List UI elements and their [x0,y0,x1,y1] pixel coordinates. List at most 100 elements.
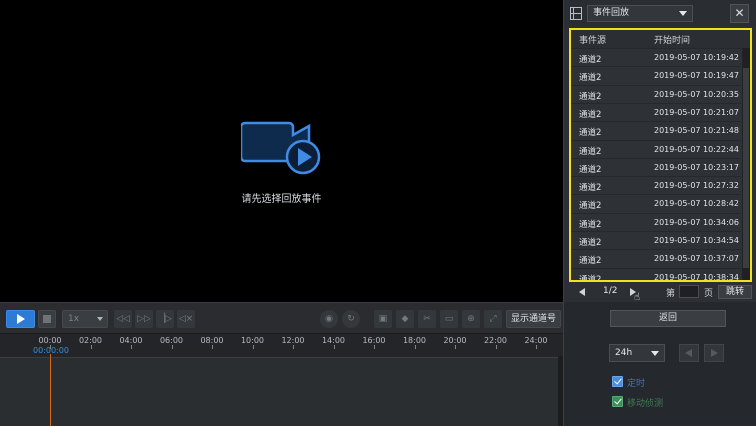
tick-label: 22:00 [483,336,508,345]
event-list-header: 事件源 开始时间 [571,30,750,48]
tag-icon[interactable]: ◆ [396,310,414,328]
jump-button[interactable]: 跳转 [718,285,752,299]
fullscreen-icon[interactable]: ⤢ [484,310,502,328]
step-frame-icon[interactable]: ▕▷ [156,310,174,328]
event-start-time: 2019-05-07 10:27:32 [654,181,739,191]
event-playback-panel: 事件回放 ✕ 事件源 开始时间 通道2 2019-05-07 10:19:42 通道… [563,0,756,426]
stop-button[interactable] [38,310,56,328]
speed-select[interactable]: 1x [62,310,108,328]
scissors-icon[interactable]: ✂ [418,310,436,328]
video-viewport[interactable]: 请先选择回放事件 [0,0,563,302]
event-source: 通道2 [579,256,602,267]
column-header-start-time[interactable]: 开始时间 [654,33,690,46]
panel-header: 事件回放 ✕ [564,0,756,27]
tick-label: 00:00 [38,336,62,345]
event-row[interactable]: 通道2 2019-05-07 10:19:47 [571,66,741,84]
previous-page-icon[interactable] [579,288,585,296]
event-list: 事件源 开始时间 通道2 2019-05-07 10:19:42 通道2 2019-0… [569,28,752,282]
event-start-time: 2019-05-07 10:21:48 [654,126,739,136]
event-row[interactable]: 通道2 2019-05-07 10:23:17 [571,157,741,176]
event-row[interactable]: 通道2 2019-05-07 10:19:42 [571,48,741,66]
chevron-down-icon [651,351,659,356]
tick-label: 10:00 [240,336,265,345]
zoom-icon[interactable]: ⊕ [462,310,480,328]
event-source: 通道2 [579,109,602,120]
tick-label: 12:00 [281,336,305,345]
timeline[interactable]: 00:00 02:00 04:00 06:00 08:00 10:00 12:00 14:00… [0,334,563,426]
event-source: 通道2 [579,183,602,194]
tick-label: 04:00 [119,336,143,345]
tick-mark [495,345,497,349]
tick-label: 02:00 [78,336,103,345]
event-row[interactable]: 通道2 2019-05-07 10:22:44 [571,139,741,158]
tick-label: 20:00 [443,336,467,345]
event-source: 通道2 [579,55,602,65]
event-row[interactable]: 通道2 2019-05-07 10:34:06 [571,212,741,231]
mute-icon[interactable]: ◁× [177,310,195,328]
fast-forward-icon[interactable]: ▷▷ [135,310,153,328]
timeline-cursor[interactable] [50,354,51,426]
time-range-select[interactable]: 24h [609,344,665,362]
event-start-time: 2019-05-07 10:28:42 [654,199,739,209]
show-channel-button[interactable]: 显示通道号 [506,310,561,328]
tick-mark [455,345,456,349]
tick-mark [252,345,254,349]
event-row[interactable]: 通道2 2019-05-07 10:20:35 [571,84,741,103]
checkbox-checked-icon [612,396,623,407]
tick-label: 16:00 [362,336,386,345]
panel-lower: 返回 24h 定时 移动侦测 [564,302,756,426]
tick-label: 06:00 [159,336,184,345]
tick-mark [212,345,213,349]
scrollbar-thumb[interactable] [743,68,749,268]
tick-mark [171,345,173,349]
event-row[interactable]: 通道2 2019-05-07 10:21:07 [571,102,741,121]
close-button[interactable]: ✕ [730,4,749,23]
timeline-track[interactable] [0,357,558,426]
filter-timed-label: 定时 [627,379,646,389]
event-row[interactable]: 通道2 2019-05-07 10:21:48 [571,121,741,139]
playback-mode-select[interactable]: 事件回放 [587,5,693,22]
event-row[interactable]: 通道2 2019-05-07 10:28:42 [571,194,741,212]
lock-icon[interactable]: ▣ [374,310,392,328]
range-previous-button[interactable] [679,344,699,362]
event-start-time: 2019-05-07 10:21:07 [654,107,739,117]
tick-mark [131,345,132,349]
back-button[interactable]: 返回 [610,310,726,327]
chevron-down-icon [679,11,687,16]
event-row[interactable]: 通道2 2019-05-07 10:38:34 [571,267,741,282]
tick-label: 18:00 [402,336,427,345]
event-source: 通道2 [579,91,602,102]
video-camera-play-icon [241,121,321,175]
play-button[interactable] [6,310,35,328]
event-row[interactable]: 通道2 2019-05-07 10:34:54 [571,231,741,249]
event-start-time: 2019-05-07 10:19:47 [654,71,739,81]
event-start-time: 2019-05-07 10:19:42 [654,53,739,62]
checkbox-checked-icon [612,376,623,387]
slow-rewind-icon[interactable]: ◁◁ [114,310,132,328]
tick-label: 14:00 [321,336,346,345]
record-icon[interactable]: ◉ [320,310,338,328]
page-label-suffix: 页 [704,289,714,299]
playback-toolbar: 1x ◁◁ ▷▷ ▕▷ ◁× ◉ ↻ ▣ ◆ ✂ ▭ ⊕ ⤢ 显示通道号 [0,302,563,334]
column-header-source[interactable]: 事件源 [579,33,606,46]
event-row[interactable]: 通道2 2019-05-07 10:37:07 [571,249,741,267]
tick-mark [333,345,335,349]
event-source: 通道2 [579,73,602,84]
event-row[interactable]: 通道2 2019-05-07 10:27:32 [571,176,741,194]
tick-label: 08:00 [200,336,224,345]
event-start-time: 2019-05-07 10:22:44 [654,144,739,154]
event-list-scrollbar[interactable] [742,48,750,280]
page-number-input[interactable] [679,285,699,298]
folder-icon[interactable]: ▭ [440,310,458,328]
reload-icon[interactable]: ↻ [342,310,360,328]
tick-mark [374,345,375,349]
filter-motion-label: 移动侦测 [627,399,664,409]
stop-icon [43,315,51,323]
range-next-button[interactable] [704,344,724,362]
chevron-down-icon [97,317,103,321]
tick-mark [293,345,294,349]
event-start-time: 2019-05-07 10:34:54 [654,236,739,245]
event-start-time: 2019-05-07 10:38:34 [654,272,739,282]
event-source: 通道2 [579,146,602,157]
event-source: 通道2 [579,219,602,230]
